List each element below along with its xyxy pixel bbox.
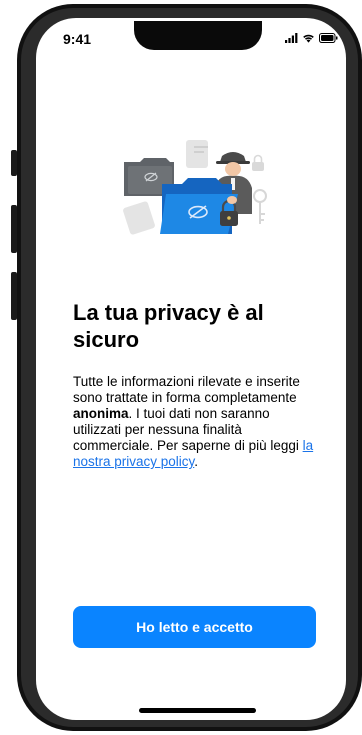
silent-switch [11,150,17,176]
accept-button[interactable]: Ho letto e accetto [73,606,316,648]
description-bold-word: anonima [73,406,129,421]
battery-icon [319,33,338,43]
home-indicator[interactable] [139,708,256,713]
description-text-start: Tutte le informazioni rilevate e inserit… [73,374,300,405]
privacy-description: Tutte le informazioni rilevate e inserit… [73,374,318,470]
volume-up-button [11,205,17,253]
spy-with-folders-illustration [123,140,267,235]
wifi-icon [303,34,314,43]
notch [134,21,262,50]
page-title: La tua privacy è al sicuro [73,300,264,352]
description-text-end: . [194,454,199,469]
status-icons [285,33,338,43]
volume-down-button [11,272,17,320]
signal-icon [285,33,298,43]
status-time: 9:41 [63,31,92,47]
